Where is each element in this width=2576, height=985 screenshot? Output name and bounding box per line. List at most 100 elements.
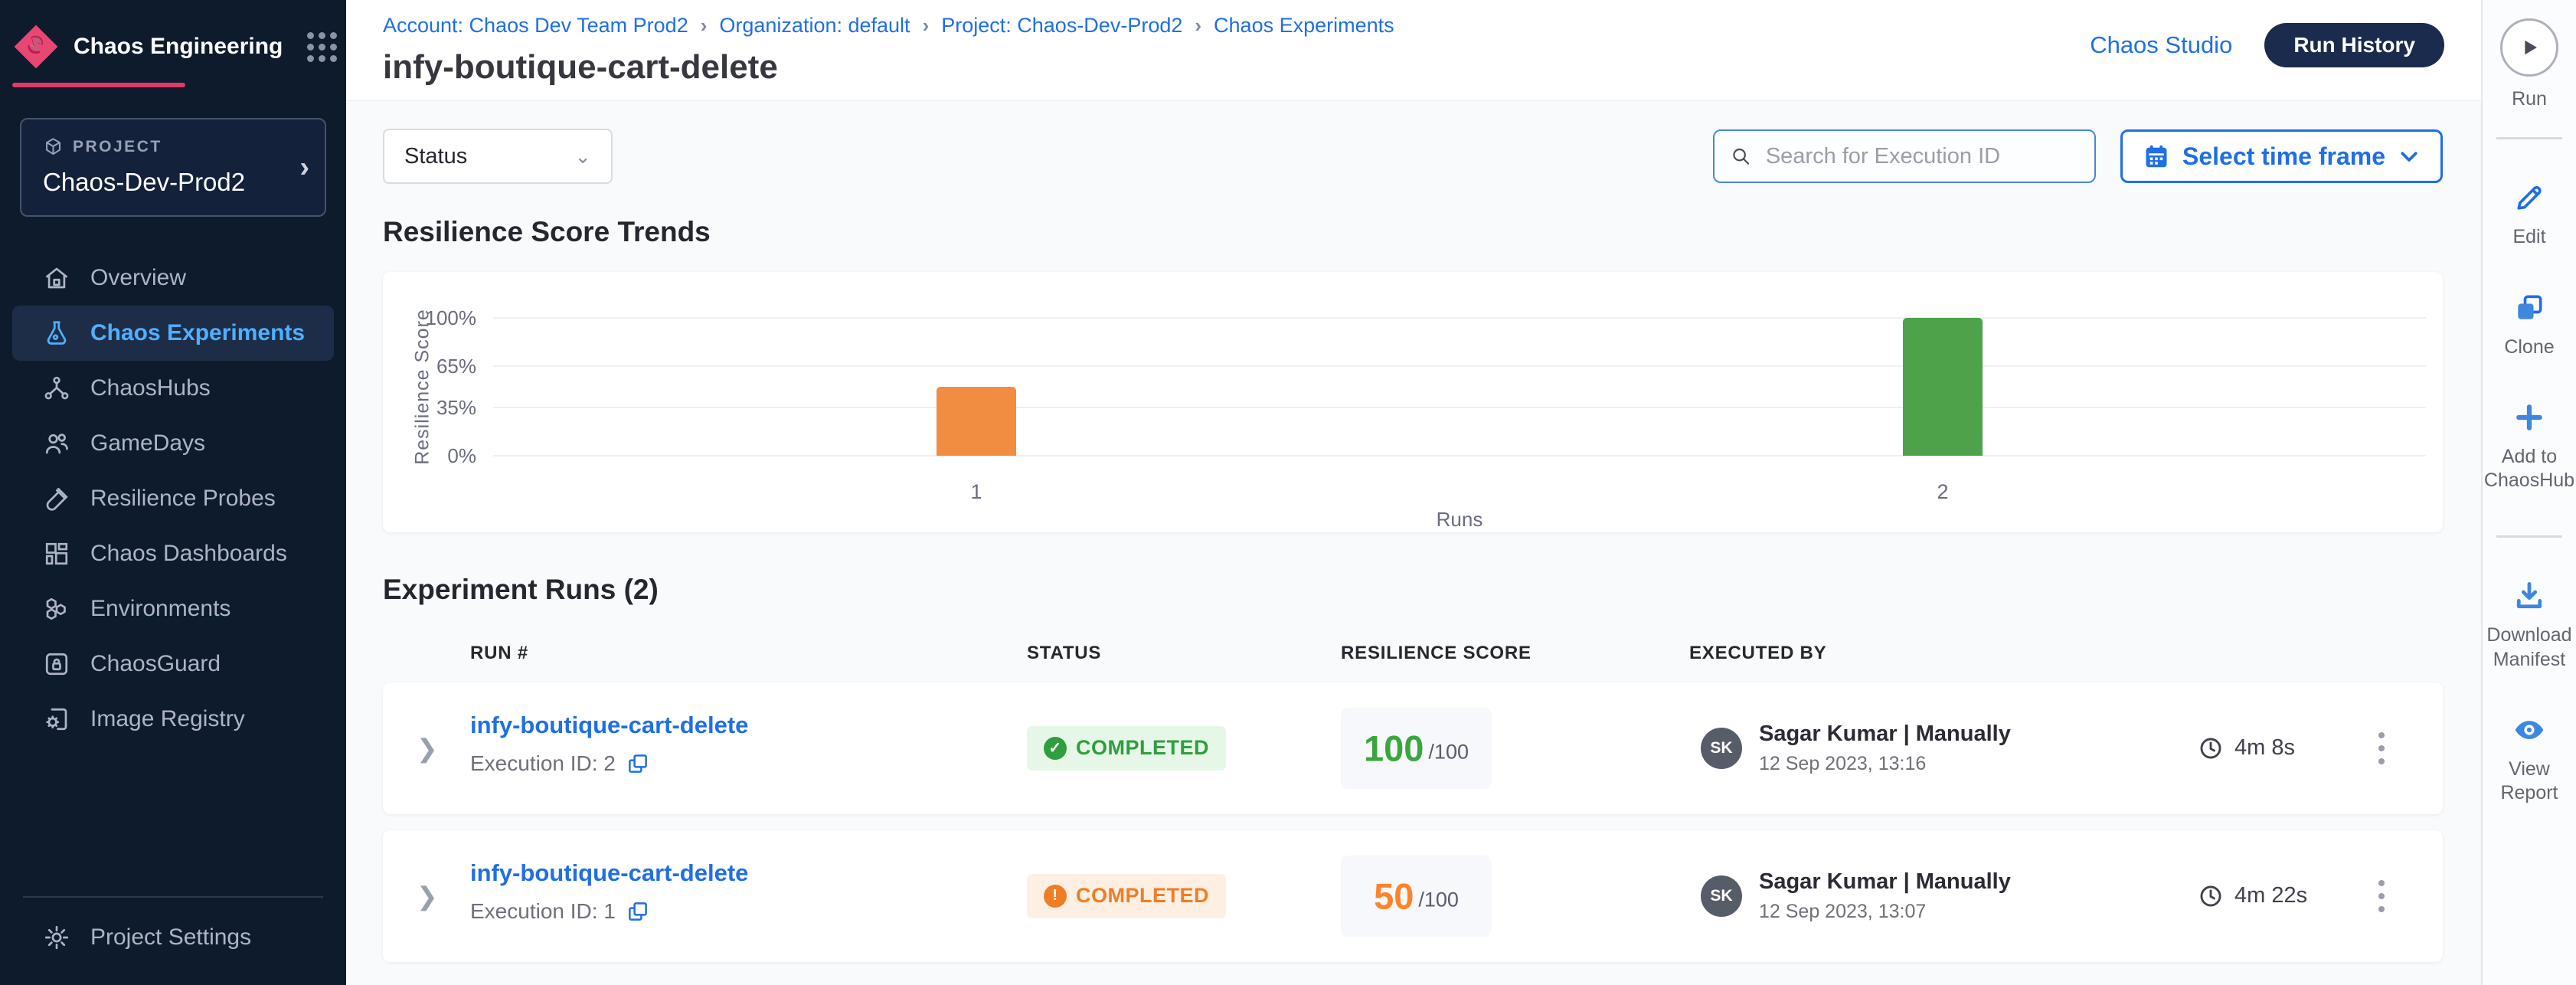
- column-header-executed-by: EXECUTED BY: [1689, 643, 1827, 664]
- logo-row: Chaos Engineering: [0, 0, 346, 70]
- executed-at: 12 Sep 2023, 13:16: [1759, 753, 2011, 775]
- chevron-down-icon: [2398, 145, 2421, 168]
- add-to-chaoshub-action[interactable]: Add to ChaosHub: [2480, 401, 2576, 493]
- chart-x-tick: 1: [970, 480, 982, 504]
- time-frame-button[interactable]: Select time frame: [2120, 129, 2443, 183]
- breadcrumb-account[interactable]: Account: Chaos Dev Team Prod2: [383, 14, 688, 38]
- sidebar-item-project-settings[interactable]: Project Settings: [12, 910, 334, 965]
- row-menu-icon[interactable]: [2371, 725, 2392, 772]
- project-selector[interactable]: PROJECT Chaos-Dev-Prod2 ›: [20, 118, 326, 217]
- sidebar-item-chaosguard[interactable]: ChaosGuard: [12, 636, 334, 692]
- executed-by: SK Sagar Kumar | Manually 12 Sep 2023, 1…: [1701, 869, 2011, 923]
- executed-by-name: Sagar Kumar | Manually: [1759, 869, 2011, 895]
- download-manifest-action[interactable]: Download Manifest: [2480, 579, 2576, 672]
- sidebar-item-label: GameDays: [90, 430, 205, 457]
- view-report-action[interactable]: View Report: [2480, 713, 2576, 806]
- chevron-down-icon: ⌄: [574, 145, 591, 169]
- copy-icon[interactable]: [626, 900, 649, 923]
- breadcrumb-project[interactable]: Project: Chaos-Dev-Prod2: [941, 14, 1182, 38]
- cube-icon: [43, 136, 64, 157]
- clone-action[interactable]: Clone: [2480, 291, 2576, 359]
- chart-x-axis-title: Runs: [1437, 508, 1483, 532]
- score-suffix: /100: [1428, 740, 1469, 764]
- search-input[interactable]: [1764, 143, 2079, 170]
- rail-divider: [2496, 535, 2562, 538]
- sidebar-item-environments[interactable]: Environments: [12, 581, 334, 636]
- sidebar-item-chaos-experiments[interactable]: Chaos Experiments: [12, 306, 334, 361]
- score-value: 50: [1374, 875, 1414, 917]
- sidebar-item-gamedays[interactable]: GameDays: [12, 416, 334, 471]
- resilience-score-box: 50 /100: [1341, 855, 1492, 937]
- edit-action[interactable]: Edit: [2480, 181, 2576, 249]
- score-value: 100: [1364, 727, 1424, 769]
- sidebar-item-resilience-probes[interactable]: Resilience Probes: [12, 471, 334, 526]
- column-header-status: STATUS: [1027, 643, 1101, 664]
- sidebar-item-label: Image Registry: [90, 706, 245, 732]
- dashboard-icon: [43, 540, 70, 568]
- breadcrumb-chaos-experiments[interactable]: Chaos Experiments: [1214, 14, 1394, 38]
- status-check-icon: ✓: [1044, 737, 1067, 760]
- flask-icon: [43, 319, 70, 347]
- copy-icon[interactable]: [626, 752, 649, 775]
- table-row: ❯ infy-boutique-cart-delete Execution ID…: [383, 830, 2443, 962]
- chevron-right-icon: ›: [299, 151, 309, 184]
- sidebar-item-label: Overview: [90, 265, 186, 291]
- home-icon: [43, 264, 70, 292]
- environments-icon: [43, 595, 70, 623]
- executed-at: 12 Sep 2023, 13:07: [1759, 901, 2011, 923]
- edit-label: Edit: [2480, 225, 2576, 249]
- sidebar-item-label: ChaosGuard: [90, 651, 221, 677]
- run-duration: 4m 22s: [2198, 883, 2307, 909]
- expand-row-icon[interactable]: ❯: [417, 733, 438, 763]
- download-manifest-label: Download Manifest: [2480, 623, 2576, 672]
- breadcrumb-organization[interactable]: Organization: default: [719, 14, 910, 38]
- expand-row-icon[interactable]: ❯: [417, 881, 438, 911]
- edit-icon: [2512, 181, 2546, 214]
- status-badge: ! COMPLETED: [1027, 874, 1226, 918]
- sidebar-item-label: Chaos Dashboards: [90, 541, 287, 567]
- people-icon: [43, 430, 70, 457]
- sidebar-item-chaoshubs[interactable]: ChaosHubs: [12, 361, 334, 416]
- execution-id: Execution ID: 1: [470, 899, 616, 924]
- status-filter-dropdown[interactable]: Status ⌄: [383, 129, 613, 184]
- lock-icon: [43, 650, 70, 678]
- chart-bar: [937, 387, 1016, 456]
- time-frame-label: Select time frame: [2182, 142, 2385, 171]
- execution-id: Execution ID: 2: [470, 751, 616, 776]
- table-row: ❯ infy-boutique-cart-delete Execution ID…: [383, 682, 2443, 814]
- runs-section-title: Experiment Runs (2): [383, 574, 2443, 606]
- sidebar-item-chaos-dashboards[interactable]: Chaos Dashboards: [12, 526, 334, 581]
- chaos-engineering-logo-icon: [12, 23, 60, 70]
- content-area: Status ⌄ Select time frame Resilience Sc…: [346, 101, 2481, 985]
- row-menu-icon[interactable]: [2371, 872, 2392, 920]
- run-name-link[interactable]: infy-boutique-cart-delete: [470, 859, 748, 886]
- duration-text: 4m 22s: [2234, 883, 2307, 908]
- runs-table-header: RUN # STATUS RESILIENCE SCORE EXECUTED B…: [383, 632, 2443, 670]
- run-name-link[interactable]: infy-boutique-cart-delete: [470, 712, 748, 738]
- sidebar-item-label: Environments: [90, 596, 230, 622]
- run-button[interactable]: [2500, 18, 2558, 77]
- avatar: SK: [1701, 875, 1742, 917]
- plus-icon: [2512, 401, 2546, 434]
- clock-icon: [2198, 735, 2224, 761]
- chart-y-ticks: 0%35%65%100%: [383, 272, 481, 532]
- rail-divider: [2496, 137, 2562, 139]
- sidebar-item-overview[interactable]: Overview: [12, 250, 334, 306]
- add-to-chaoshub-label: Add to ChaosHub: [2480, 445, 2576, 493]
- sidebar-item-image-registry[interactable]: Image Registry: [12, 692, 334, 747]
- app-window: Chaos Engineering PROJECT Chaos-Dev-Prod…: [0, 0, 2576, 985]
- status-filter-label: Status: [404, 144, 467, 169]
- breadcrumb: Account: Chaos Dev Team Prod2 › Organiza…: [383, 14, 1394, 38]
- chaos-studio-link[interactable]: Chaos Studio: [2090, 23, 2232, 67]
- chart-x-tick: 2: [1937, 480, 1948, 504]
- resilience-score-box: 100 /100: [1341, 707, 1492, 789]
- chart-plot: Runs 12: [493, 318, 2426, 456]
- run-history-button[interactable]: Run History: [2264, 23, 2444, 67]
- sidebar: Chaos Engineering PROJECT Chaos-Dev-Prod…: [0, 0, 346, 985]
- chart-bar: [1903, 318, 1983, 456]
- eye-icon: [2512, 713, 2546, 747]
- app-switcher-icon[interactable]: [307, 32, 337, 62]
- search-box: [1713, 129, 2096, 183]
- view-report-label: View Report: [2480, 758, 2576, 806]
- sidebar-item-label: ChaosHubs: [90, 375, 211, 401]
